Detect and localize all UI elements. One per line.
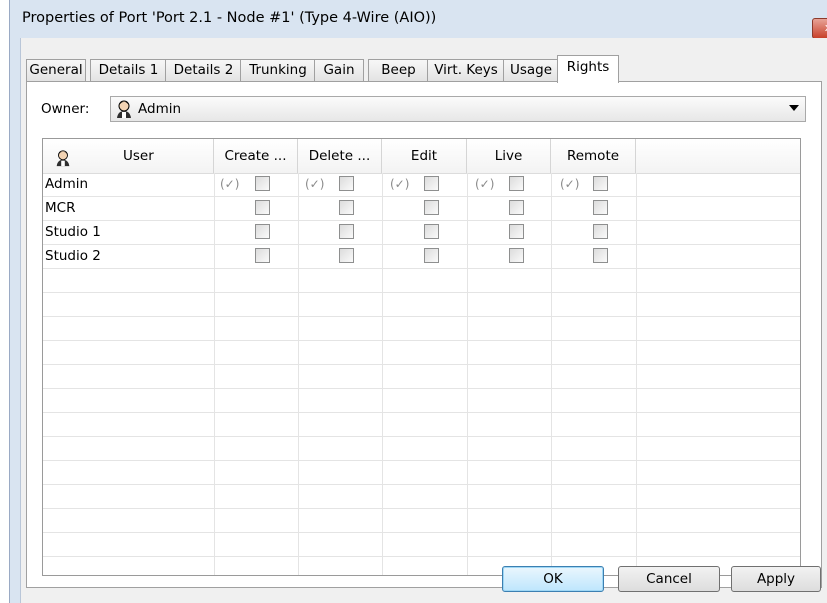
table-row: MCR	[43, 197, 800, 221]
rights-checkbox[interactable]	[509, 176, 524, 191]
inherited-check-icon: (✓)	[220, 177, 240, 191]
rights-panel: Owner: Admin User Create ... Delete ... …	[26, 81, 822, 588]
user-name-cell: Studio 2	[45, 248, 101, 264]
tab-usage[interactable]: Usage	[503, 59, 559, 81]
column-header-live[interactable]: Live	[467, 139, 551, 173]
rights-checkbox[interactable]	[509, 200, 524, 215]
rights-checkbox[interactable]	[509, 248, 524, 263]
column-header-user[interactable]: User	[43, 139, 214, 173]
owner-label: Owner:	[41, 101, 90, 117]
owner-dropdown[interactable]: Admin	[110, 96, 806, 122]
rights-checkbox[interactable]	[339, 200, 354, 215]
rights-checkbox[interactable]	[424, 224, 439, 239]
empty-row	[43, 317, 800, 341]
tab-virt-keys[interactable]: Virt. Keys	[427, 59, 505, 81]
column-header-create[interactable]: Create ...	[214, 139, 298, 173]
inherited-check-icon: (✓)	[560, 177, 580, 191]
empty-row	[43, 365, 800, 389]
rights-checkbox[interactable]	[255, 248, 270, 263]
rights-checkbox[interactable]	[339, 224, 354, 239]
rights-checkbox[interactable]	[593, 224, 608, 239]
column-header-remote[interactable]: Remote	[551, 139, 636, 173]
table-row: Admin (✓) (✓) (✓) (✓) (✓)	[43, 173, 800, 197]
empty-row	[43, 485, 800, 509]
rights-checkbox[interactable]	[424, 200, 439, 215]
rights-checkbox[interactable]	[593, 248, 608, 263]
table-row: Studio 2	[43, 245, 800, 269]
cancel-button[interactable]: Cancel	[618, 566, 720, 592]
tab-details-1[interactable]: Details 1	[90, 59, 167, 81]
close-button[interactable]: x	[812, 18, 827, 39]
rights-checkbox[interactable]	[255, 176, 270, 191]
tab-rights[interactable]: Rights	[557, 55, 619, 83]
rights-grid: User Create ... Delete ... Edit Live Rem…	[42, 138, 801, 576]
rights-checkbox[interactable]	[255, 200, 270, 215]
ok-button[interactable]: OK	[502, 566, 604, 592]
empty-row	[43, 389, 800, 413]
column-header-edit[interactable]: Edit	[382, 139, 467, 173]
rights-checkbox[interactable]	[593, 176, 608, 191]
rights-checkbox[interactable]	[424, 176, 439, 191]
dialog-client: General Details 1 Details 2 Trunking Gai…	[20, 38, 827, 603]
grid-header: User Create ... Delete ... Edit Live Rem…	[43, 139, 800, 174]
tab-beep[interactable]: Beep	[368, 59, 429, 81]
owner-value: Admin	[138, 101, 182, 117]
chevron-down-icon	[789, 105, 799, 111]
inherited-check-icon: (✓)	[475, 177, 495, 191]
empty-row	[43, 341, 800, 365]
empty-row	[43, 269, 800, 293]
inherited-check-icon: (✓)	[305, 177, 325, 191]
rights-checkbox[interactable]	[255, 224, 270, 239]
tab-details-2[interactable]: Details 2	[165, 59, 242, 81]
title-bar[interactable]: Properties of Port 'Port 2.1 - Node #1' …	[10, 0, 827, 39]
person-icon	[114, 99, 134, 123]
user-name-cell: Admin	[45, 176, 89, 192]
tab-gain[interactable]: Gain	[314, 59, 364, 81]
tab-trunking[interactable]: Trunking	[240, 59, 316, 81]
rights-checkbox[interactable]	[509, 224, 524, 239]
background-edge	[0, 0, 9, 603]
rights-checkbox[interactable]	[593, 200, 608, 215]
rights-checkbox[interactable]	[424, 248, 439, 263]
apply-button[interactable]: Apply	[731, 566, 821, 592]
empty-row	[43, 461, 800, 485]
inherited-check-icon: (✓)	[390, 177, 410, 191]
column-header-delete[interactable]: Delete ...	[298, 139, 382, 173]
empty-row	[43, 533, 800, 557]
window-title: Properties of Port 'Port 2.1 - Node #1' …	[22, 10, 437, 26]
user-name-cell: MCR	[45, 200, 76, 216]
empty-row	[43, 293, 800, 317]
tab-general[interactable]: General	[26, 59, 86, 81]
properties-dialog: Properties of Port 'Port 2.1 - Node #1' …	[0, 0, 827, 603]
user-name-cell: Studio 1	[45, 224, 101, 240]
table-row: Studio 1	[43, 221, 800, 245]
empty-row	[43, 509, 800, 533]
rights-checkbox[interactable]	[339, 248, 354, 263]
rights-checkbox[interactable]	[339, 176, 354, 191]
empty-row	[43, 413, 800, 437]
dialog-frame: Properties of Port 'Port 2.1 - Node #1' …	[9, 0, 827, 603]
empty-row	[43, 437, 800, 461]
tab-strip: General Details 1 Details 2 Trunking Gai…	[26, 55, 826, 83]
